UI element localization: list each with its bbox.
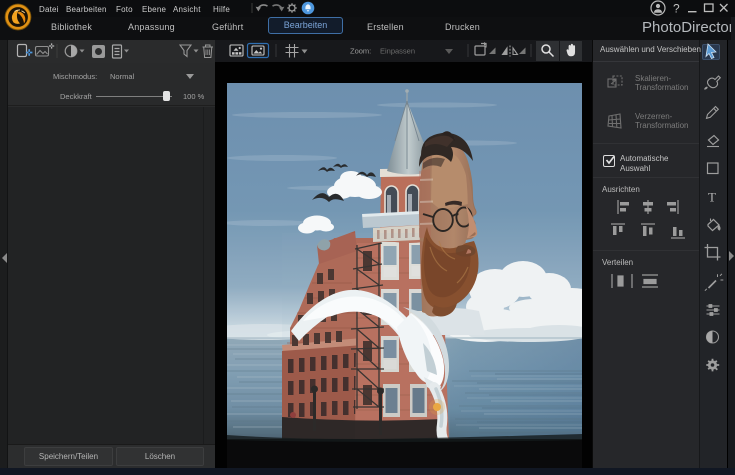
svg-text:?: ? [673,2,680,16]
svg-text:Einpassen: Einpassen [380,47,415,56]
svg-text:Zoom:: Zoom: [350,47,371,56]
svg-text:T: T [708,190,716,205]
